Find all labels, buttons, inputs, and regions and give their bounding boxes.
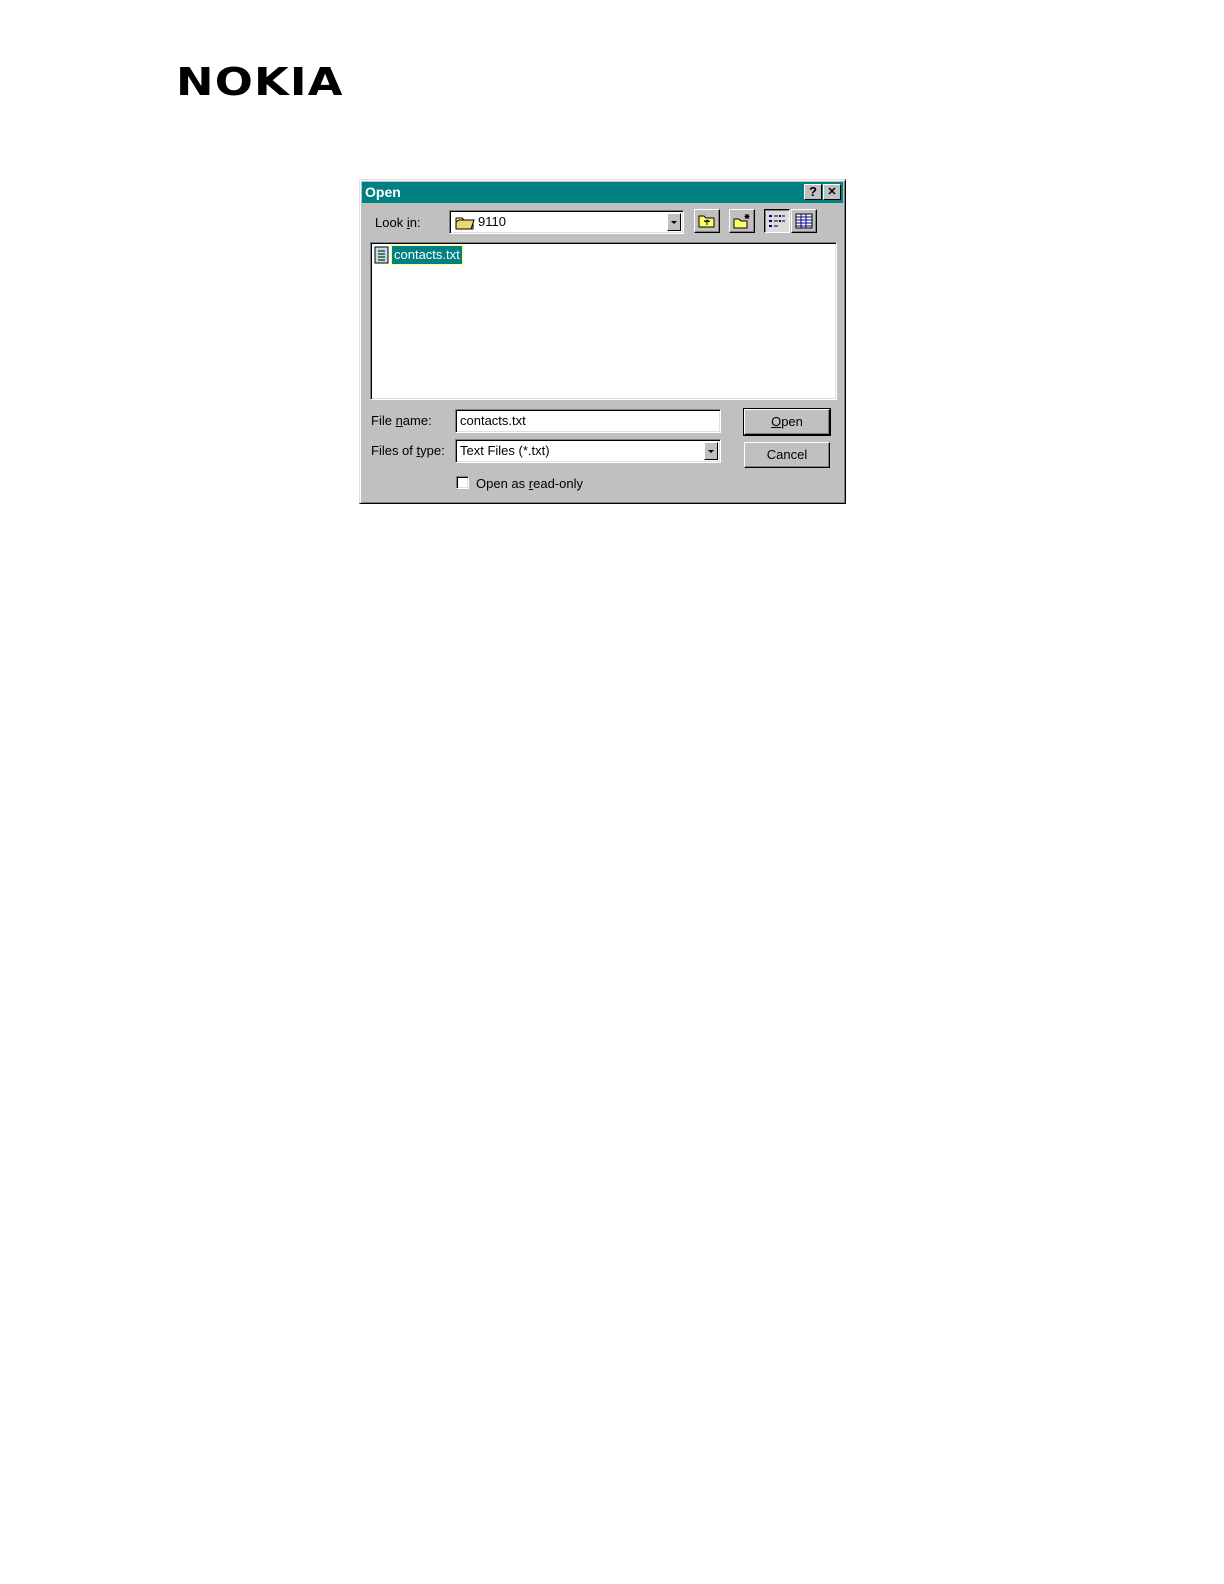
up-folder-icon (698, 215, 715, 228)
read-only-label[interactable]: Open as read-only (476, 476, 583, 491)
files-of-type-label: Files of type: (371, 443, 445, 458)
nokia-logo: NOKIA (176, 60, 344, 104)
help-button[interactable]: ? (804, 184, 822, 200)
list-view-icon (769, 215, 785, 227)
file-name-label: File name: (371, 413, 432, 428)
up-one-level-button[interactable] (694, 209, 720, 233)
title-bar[interactable]: Open ? ✕ (362, 182, 843, 203)
files-of-type-combo[interactable]: Text Files (*.txt) (455, 439, 721, 463)
details-view-icon (795, 213, 813, 229)
look-in-combo[interactable]: 9110 (449, 210, 684, 234)
look-in-value: 9110 (478, 214, 506, 229)
list-view-button[interactable] (764, 209, 790, 233)
file-name-input[interactable]: contacts.txt (455, 409, 721, 433)
look-in-label: Look in: (375, 215, 421, 230)
folder-icon (455, 217, 475, 230)
open-dialog: Open ? ✕ Look in: 9110 contacts.txt File… (359, 179, 846, 504)
details-view-button[interactable] (791, 209, 817, 233)
cancel-button[interactable]: Cancel (744, 442, 830, 468)
look-in-dropdown-button[interactable] (667, 213, 681, 231)
file-name-value: contacts.txt (460, 413, 526, 428)
dialog-title: Open (365, 184, 401, 200)
files-of-type-dropdown-button[interactable] (704, 442, 718, 460)
read-only-checkbox[interactable] (456, 476, 469, 489)
open-button[interactable]: Open (743, 408, 831, 436)
file-list[interactable]: contacts.txt (370, 242, 837, 400)
file-name-contacts: contacts.txt (391, 245, 463, 265)
files-of-type-value: Text Files (*.txt) (460, 443, 550, 458)
new-folder-icon (733, 214, 750, 229)
close-button[interactable]: ✕ (823, 184, 841, 200)
new-folder-button[interactable] (729, 209, 755, 233)
text-file-icon (374, 246, 389, 264)
